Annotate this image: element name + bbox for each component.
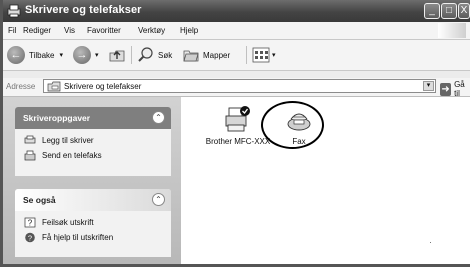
window-title: Skrivere og telefakser <box>25 4 142 16</box>
printers-folder-icon <box>7 4 21 18</box>
see-also-title: Se også <box>23 195 56 205</box>
address-label: Adresse <box>6 82 36 91</box>
see-also-panel: Se også ⌃ ? Feilsøk utskrift ? Få hjelp … <box>15 189 171 257</box>
views-grid-icon <box>252 47 270 63</box>
highlight-ellipse <box>261 101 324 149</box>
menu-file[interactable]: Fil <box>8 26 16 35</box>
menu-tools[interactable]: Verktøy <box>138 26 165 35</box>
add-printer-icon <box>24 135 36 144</box>
send-fax-icon <box>24 150 36 161</box>
go-arrow-icon: ➜ <box>440 82 452 96</box>
printer-tasks-title: Skriveroppgaver <box>23 113 91 123</box>
send-fax-link[interactable]: Send en telefaks <box>24 150 102 161</box>
back-label: Tilbake <box>29 50 55 60</box>
menu-view[interactable]: Vis <box>64 26 75 35</box>
help-question-icon: ? <box>24 217 36 228</box>
back-arrow-icon: ← <box>7 46 25 64</box>
back-dropdown-icon[interactable]: ▾ <box>60 51 64 59</box>
printers-folder-icon <box>47 81 61 92</box>
search-icon <box>138 47 153 62</box>
printing-help-label: Få hjelp til utskriften <box>42 233 114 242</box>
collapse-chevron-icon[interactable]: ⌃ <box>152 111 165 124</box>
printer-list: Brother MFC-XXX Fax <box>181 97 470 264</box>
up-folder-icon <box>109 50 125 62</box>
svg-text:?: ? <box>28 234 32 243</box>
close-button[interactable]: X <box>458 3 470 19</box>
address-input[interactable]: Skrivere og telefakser ▾ <box>43 79 436 93</box>
views-button[interactable]: ▾ <box>252 45 276 65</box>
svg-text:?: ? <box>28 219 33 228</box>
menu-edit[interactable]: Rediger <box>23 26 51 35</box>
help-circle-icon: ? <box>25 232 35 243</box>
go-label: Gå til <box>454 80 465 98</box>
menu-bar: Fil Rediger Vis Favoritter Verktøy Hjelp <box>3 22 470 40</box>
add-printer-label: Legg til skriver <box>42 136 94 145</box>
folders-icon <box>183 50 199 62</box>
search-button[interactable]: Søk <box>137 45 172 65</box>
send-fax-label: Send en telefaks <box>42 151 102 160</box>
folders-label: Mapper <box>203 50 231 60</box>
toolbar-separator <box>131 46 132 64</box>
printer-tasks-header[interactable]: Skriveroppgaver ⌃ <box>15 107 171 129</box>
see-also-header[interactable]: Se også ⌃ <box>15 189 171 211</box>
search-label: Søk <box>158 50 173 60</box>
explorer-window: Skrivere og telefakser _ □ X Fil Rediger… <box>0 0 470 267</box>
address-bar: Adresse Skrivere og telefakser ▾ ➜ Gå ti… <box>3 78 470 98</box>
stray-mark <box>430 242 431 243</box>
menu-help[interactable]: Hjelp <box>180 26 198 35</box>
troubleshoot-printing-label: Feilsøk utskrift <box>42 218 94 227</box>
forward-button[interactable]: → ▾ <box>73 45 99 65</box>
go-button[interactable]: ➜ Gå til <box>440 80 470 98</box>
views-dropdown-icon: ▾ <box>272 52 276 59</box>
toolbar: ← Tilbake ▾ → ▾ Søk Mapper ▾ <box>3 40 470 71</box>
printer-name-label: Brother MFC-XXX <box>205 137 271 146</box>
address-value: Skrivere og telefakser <box>64 82 142 91</box>
folders-button[interactable]: Mapper <box>182 45 230 65</box>
troubleshoot-printing-link[interactable]: ? Feilsøk utskrift <box>24 217 94 228</box>
toolbar-separator <box>246 46 247 64</box>
menu-favorites[interactable]: Favoritter <box>87 26 121 35</box>
up-folder-button[interactable] <box>108 45 126 65</box>
task-pane: Skriveroppgaver ⌃ Legg til skriver Send … <box>3 97 181 264</box>
printer-tasks-panel: Skriveroppgaver ⌃ Legg til skriver Send … <box>15 107 171 176</box>
forward-arrow-icon: → <box>73 46 91 64</box>
minimize-button[interactable]: _ <box>424 3 440 19</box>
collapse-chevron-icon[interactable]: ⌃ <box>152 193 165 206</box>
title-bar[interactable]: Skrivere og telefakser _ □ X <box>3 0 470 22</box>
add-printer-link[interactable]: Legg til skriver <box>24 135 94 146</box>
address-dropdown-icon[interactable]: ▾ <box>423 81 434 91</box>
maximize-button[interactable]: □ <box>441 3 457 19</box>
forward-dropdown-icon[interactable]: ▾ <box>95 51 99 59</box>
printer-default-icon <box>225 106 250 132</box>
windows-logo-icon <box>438 23 466 38</box>
back-button[interactable]: ← Tilbake ▾ <box>7 45 63 65</box>
printing-help-link[interactable]: ? Få hjelp til utskriften <box>24 232 113 243</box>
